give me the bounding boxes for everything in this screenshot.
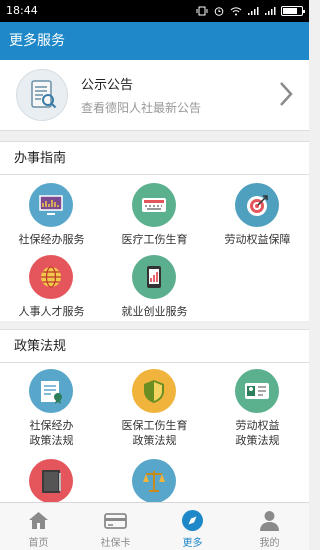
policy-grid: 社保经办 政策法规 医保工伤生育 政策法规 劳动权益 政策法规 — [0, 363, 309, 502]
section-title-policy: 政策法规 — [0, 329, 309, 363]
tab-mine[interactable]: 我的 — [231, 503, 308, 550]
signal-icon — [248, 7, 259, 15]
phone-chart-icon — [132, 255, 176, 299]
tab-social-card[interactable]: 社保卡 — [77, 503, 154, 550]
tile-label-line2: 政策法规 — [132, 434, 177, 447]
certificate-icon — [29, 369, 73, 413]
tile-medical-injury-policy[interactable]: 医保工伤生育 政策法规 — [103, 369, 206, 455]
status-icons — [196, 0, 305, 22]
tile-policy-book[interactable] — [0, 459, 103, 502]
tile-label: 劳动权益 — [235, 419, 280, 432]
tile-label: 社保经办服务 — [18, 233, 85, 246]
alarm-icon — [214, 7, 224, 16]
tile-personnel-talent[interactable]: 人事人才服务 — [0, 255, 103, 318]
scales-icon — [132, 459, 176, 502]
tile-policy-scales[interactable] — [103, 459, 206, 502]
tab-label: 社保卡 — [100, 538, 131, 549]
status-bar: 18:44 — [0, 0, 309, 22]
app-header: 更多服务 — [0, 22, 309, 60]
keyboard-icon — [132, 183, 176, 227]
battery-icon — [281, 6, 305, 16]
tile-social-security-service[interactable]: 社保经办服务 — [0, 183, 103, 246]
tile-employment-entrepreneurship[interactable]: 就业创业服务 — [103, 255, 206, 318]
tab-label: 我的 — [259, 538, 280, 549]
tab-label: 首页 — [28, 538, 49, 549]
tab-more[interactable]: 更多 — [154, 503, 231, 550]
status-time: 18:44 — [6, 4, 38, 17]
tile-label: 医疗工伤生育 — [121, 233, 188, 246]
monitor-icon — [29, 183, 73, 227]
tile-label: 社保经办 — [29, 419, 74, 432]
page-title: 更多服务 — [9, 33, 65, 49]
notice-subtitle: 查看德阳人社最新公告 — [81, 101, 202, 115]
tile-label-line2: 政策法规 — [235, 434, 280, 447]
tile-label: 劳动权益保障 — [224, 233, 291, 246]
bottom-tab-bar: 首页 社保卡 更多 我的 — [0, 502, 309, 550]
tile-label: 医保工伤生育 — [121, 419, 188, 432]
tile-labor-rights[interactable]: 劳动权益保障 — [206, 183, 309, 246]
book-icon — [29, 459, 73, 502]
wifi-icon — [230, 7, 242, 16]
user-icon — [260, 511, 279, 531]
signal-2-icon — [265, 7, 276, 15]
card-icon — [104, 513, 127, 529]
tile-social-security-policy[interactable]: 社保经办 政策法规 — [0, 369, 103, 455]
tile-medical-injury-maternity[interactable]: 医疗工伤生育 — [103, 183, 206, 246]
chevron-right-icon — [280, 82, 293, 106]
section-title-guide: 办事指南 — [0, 141, 309, 175]
compass-icon — [182, 510, 203, 531]
target-icon — [235, 183, 279, 227]
notice-title: 公示公告 — [81, 78, 134, 93]
tile-labor-rights-policy[interactable]: 劳动权益 政策法规 — [206, 369, 309, 455]
tile-label-line2: 政策法规 — [29, 434, 74, 447]
tab-label: 更多 — [182, 538, 203, 549]
tab-home[interactable]: 首页 — [0, 503, 77, 550]
globe-icon — [29, 255, 73, 299]
shield-icon — [132, 369, 176, 413]
id-card-icon — [235, 369, 279, 413]
notice-row[interactable]: 公示公告 查看德阳人社最新公告 — [0, 60, 309, 131]
tile-label: 人事人才服务 — [18, 305, 85, 318]
vibrate-icon — [196, 6, 208, 16]
home-icon — [29, 512, 48, 529]
tile-label: 就业创业服务 — [121, 305, 188, 318]
document-search-icon — [16, 69, 68, 121]
guide-grid: 社保经办服务 医疗工伤生育 劳动权益保障 人事人才服务 就业创业服务 — [0, 175, 309, 321]
